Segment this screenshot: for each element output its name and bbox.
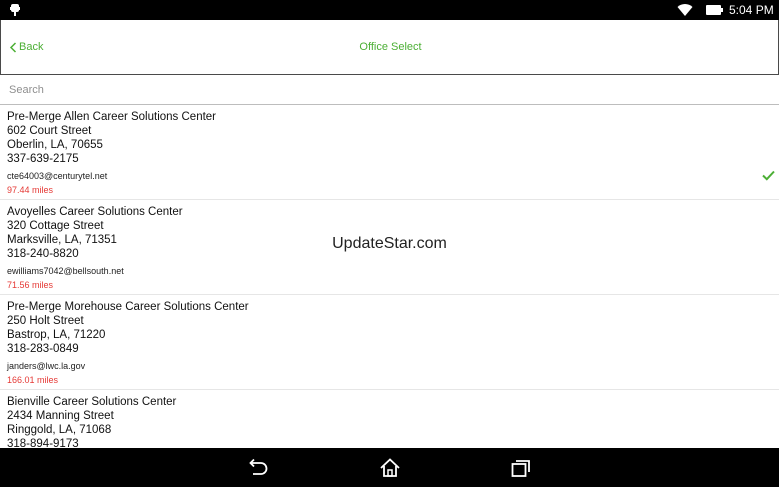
notification-icon: [10, 4, 20, 16]
list-item[interactable]: Pre-Merge Allen Career Solutions Center …: [0, 105, 779, 200]
search-input[interactable]: [9, 84, 749, 96]
page-title: Office Select: [359, 41, 422, 53]
navigation-bar: [0, 448, 779, 487]
office-name: Pre-Merge Allen Career Solutions Center: [7, 111, 217, 123]
office-street: 250 Holt Street: [7, 315, 84, 327]
office-phone: 318-283-0849: [7, 343, 79, 355]
back-nav-icon[interactable]: [247, 458, 269, 478]
office-city: Bastrop, LA, 71220: [7, 329, 106, 341]
search-bar: [0, 77, 779, 105]
list-item[interactable]: Bienville Career Solutions Center 2434 M…: [0, 390, 779, 448]
office-email: cte64003@centurytel.net: [7, 171, 108, 181]
office-distance: 166.01 miles: [7, 375, 59, 385]
office-name: Avoyelles Career Solutions Center: [7, 206, 183, 218]
office-distance: 97.44 miles: [7, 185, 54, 195]
status-time: 5:04 PM: [729, 3, 774, 17]
office-name: Bienville Career Solutions Center: [7, 396, 177, 408]
checkmark-icon: [762, 170, 775, 181]
home-icon[interactable]: [379, 458, 401, 478]
office-distance: 71.56 miles: [7, 280, 54, 290]
office-street: 320 Cottage Street: [7, 220, 104, 232]
office-street: 602 Court Street: [7, 125, 92, 137]
list-item[interactable]: Pre-Merge Morehouse Career Solutions Cen…: [0, 295, 779, 390]
battery-icon: [706, 5, 723, 15]
office-city: Marksville, LA, 71351: [7, 234, 117, 246]
office-email: janders@lwc.la.gov: [7, 361, 86, 371]
office-name: Pre-Merge Morehouse Career Solutions Cen…: [7, 301, 249, 313]
status-bar: 5:04 PM: [0, 0, 779, 20]
office-list[interactable]: Pre-Merge Allen Career Solutions Center …: [0, 105, 779, 448]
office-city: Oberlin, LA, 70655: [7, 139, 103, 151]
office-city: Ringgold, LA, 71068: [7, 424, 112, 436]
office-street: 2434 Manning Street: [7, 410, 114, 422]
app-header: Back Office Select: [0, 20, 779, 75]
list-item[interactable]: Avoyelles Career Solutions Center 320 Co…: [0, 200, 779, 295]
wifi-icon: [677, 4, 693, 17]
recent-apps-icon[interactable]: [510, 458, 532, 478]
office-phone: 318-240-8820: [7, 248, 79, 260]
office-phone: 337-639-2175: [7, 153, 79, 165]
office-phone: 318-894-9173: [7, 438, 79, 448]
office-email: ewilliams7042@bellsouth.net: [7, 266, 124, 276]
